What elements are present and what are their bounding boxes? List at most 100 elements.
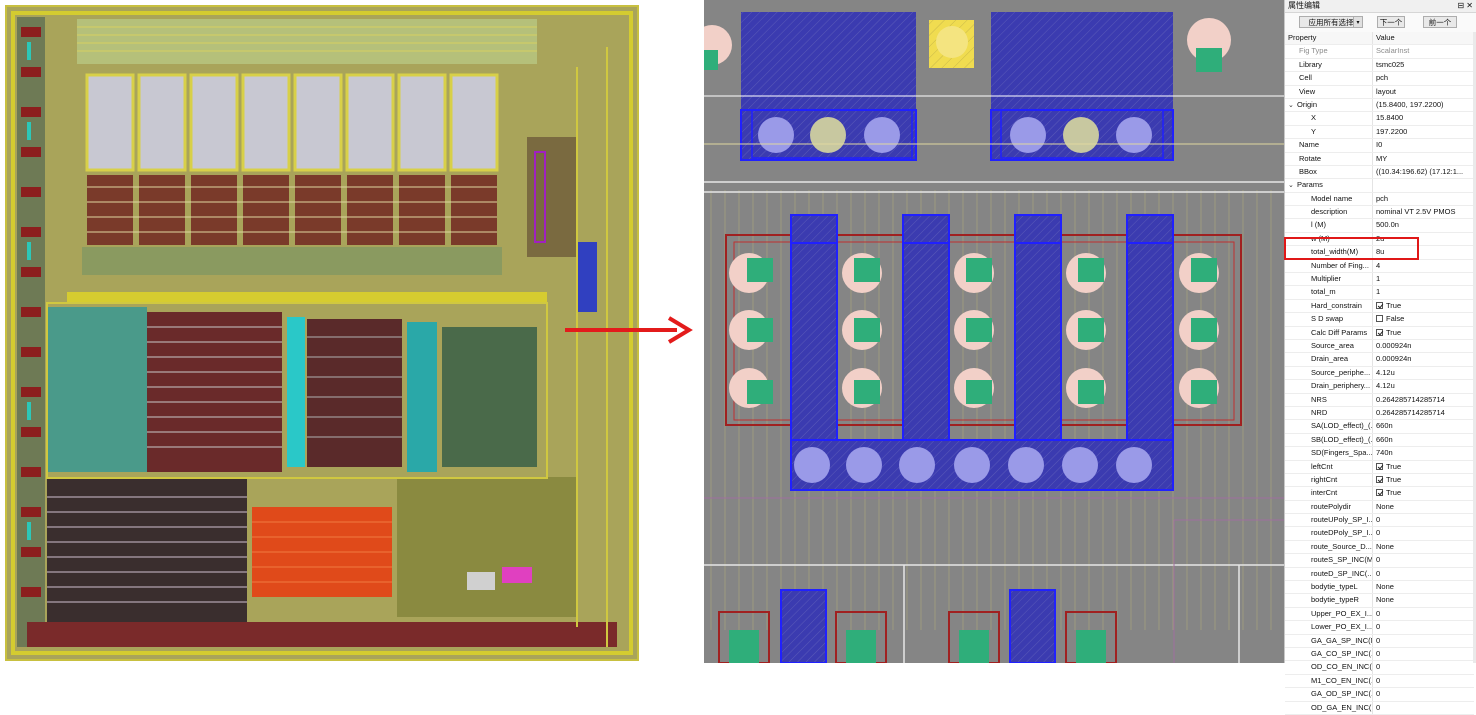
- property-row[interactable]: Upper_PO_EX_I... 0: [1285, 607, 1474, 622]
- property-row[interactable]: Hard_constrain True: [1285, 299, 1474, 314]
- property-row[interactable]: SA(LOD_effect)_(... 660n: [1285, 420, 1474, 434]
- property-value[interactable]: 0: [1376, 635, 1474, 647]
- property-row[interactable]: Y 197.2200: [1285, 125, 1474, 140]
- property-row[interactable]: X 15.8400: [1285, 112, 1474, 126]
- property-value[interactable]: 0: [1376, 608, 1474, 620]
- property-value[interactable]: True: [1376, 487, 1474, 499]
- property-row[interactable]: BBox ((10.34:196.62) (17.12:1...: [1285, 165, 1474, 180]
- property-row[interactable]: OD_GA_EN_INC(... 0: [1285, 701, 1474, 715]
- property-row[interactable]: Rotate MY: [1285, 152, 1474, 166]
- property-row[interactable]: bodytie_typeR None: [1285, 594, 1474, 608]
- property-row[interactable]: rightCnt True: [1285, 473, 1474, 488]
- property-row[interactable]: SD(Fingers_Spa... 740n: [1285, 447, 1474, 461]
- property-value[interactable]: 0: [1376, 648, 1474, 660]
- property-row[interactable]: bodytie_typeL None: [1285, 581, 1474, 595]
- property-value[interactable]: None: [1376, 581, 1474, 593]
- property-value[interactable]: 0: [1376, 675, 1474, 687]
- property-row[interactable]: Fig Type ScalarInst: [1285, 45, 1474, 59]
- property-value[interactable]: 1: [1376, 273, 1474, 285]
- property-value[interactable]: 4: [1376, 260, 1474, 272]
- property-value[interactable]: 0.000924n: [1376, 353, 1474, 365]
- property-value[interactable]: False: [1376, 313, 1474, 325]
- property-value[interactable]: 0: [1376, 527, 1474, 539]
- checkbox-icon[interactable]: [1376, 489, 1383, 497]
- property-row[interactable]: l (M) 500.0n: [1285, 219, 1474, 233]
- property-value[interactable]: 1: [1376, 286, 1474, 298]
- property-value[interactable]: MY: [1376, 153, 1474, 165]
- property-row[interactable]: Lower_PO_EX_I... 0: [1285, 621, 1474, 635]
- checkbox-icon[interactable]: [1376, 301, 1383, 309]
- property-value[interactable]: tsmc025: [1376, 59, 1474, 71]
- property-value[interactable]: True: [1376, 461, 1474, 473]
- property-value[interactable]: 500.0n: [1376, 219, 1474, 231]
- property-value[interactable]: 0.000924n: [1376, 340, 1474, 352]
- property-row[interactable]: Name I0: [1285, 139, 1474, 153]
- property-row[interactable]: Drain_periphery... 4.12u: [1285, 380, 1474, 394]
- property-row[interactable]: routeDPoly_SP_I... 0: [1285, 527, 1474, 541]
- previous-button[interactable]: 前一个: [1423, 16, 1457, 28]
- property-row[interactable]: Model name pch: [1285, 192, 1474, 207]
- property-row[interactable]: Cell pch: [1285, 72, 1474, 86]
- property-value[interactable]: pch: [1376, 72, 1474, 84]
- property-row[interactable]: Library tsmc025: [1285, 58, 1474, 73]
- property-value[interactable]: 4.12u: [1376, 367, 1474, 379]
- expand-chevron-icon[interactable]: ⌄: [1288, 180, 1297, 191]
- property-value[interactable]: 15.8400: [1376, 112, 1474, 124]
- property-value[interactable]: 0: [1376, 621, 1474, 633]
- property-value[interactable]: None: [1376, 541, 1474, 553]
- layout-zoom-view[interactable]: [704, 0, 1284, 663]
- property-value[interactable]: (15.8400, 197.2200): [1376, 99, 1474, 111]
- property-row[interactable]: OD_CO_EN_INC(... 0: [1285, 661, 1474, 675]
- property-row[interactable]: routeD_SP_INC(... 0: [1285, 567, 1474, 582]
- property-value[interactable]: 197.2200: [1376, 126, 1474, 138]
- property-row[interactable]: total_m 1: [1285, 286, 1474, 300]
- property-row[interactable]: interCnt True: [1285, 487, 1474, 501]
- property-row[interactable]: Calc Diff Params True: [1285, 326, 1474, 340]
- property-value[interactable]: layout: [1376, 86, 1474, 98]
- property-row[interactable]: View layout: [1285, 85, 1474, 99]
- property-value[interactable]: 0: [1376, 661, 1474, 673]
- property-row[interactable]: Source_area 0.000924n: [1285, 339, 1474, 354]
- property-value[interactable]: 0.264285714285714: [1376, 394, 1474, 406]
- property-value[interactable]: 660n: [1376, 434, 1474, 446]
- property-row[interactable]: leftCnt True: [1285, 460, 1474, 474]
- chip-layout-overview[interactable]: [5, 5, 639, 661]
- property-value[interactable]: True: [1376, 300, 1474, 312]
- property-row[interactable]: Source_periphe... 4.12u: [1285, 366, 1474, 381]
- property-row[interactable]: GA_GA_SP_INC(M) 0: [1285, 634, 1474, 648]
- property-value[interactable]: 0: [1376, 702, 1474, 714]
- property-value[interactable]: 4.12u: [1376, 380, 1474, 392]
- property-row[interactable]: routeS_SP_INC(M) 0: [1285, 554, 1474, 568]
- property-row[interactable]: SB(LOD_effect)_(... 660n: [1285, 433, 1474, 448]
- property-value[interactable]: 0: [1376, 568, 1474, 580]
- property-value[interactable]: 740n: [1376, 447, 1474, 459]
- property-value[interactable]: None: [1376, 594, 1474, 606]
- property-value[interactable]: 0: [1376, 688, 1474, 700]
- checkbox-icon[interactable]: [1376, 475, 1383, 483]
- checkbox-icon[interactable]: [1376, 315, 1383, 323]
- property-value[interactable]: ScalarInst: [1376, 45, 1474, 57]
- property-row[interactable]: ⌄ Origin (15.8400, 197.2200): [1285, 98, 1474, 113]
- property-row[interactable]: routeUPoly_SP_I... 0: [1285, 514, 1474, 528]
- checkbox-icon[interactable]: [1376, 462, 1383, 470]
- property-row[interactable]: M1_CO_EN_INC(... 0: [1285, 674, 1474, 689]
- panel-window-controls[interactable]: ⊟ ✕: [1457, 0, 1473, 12]
- property-row[interactable]: Drain_area 0.000924n: [1285, 353, 1474, 367]
- property-row[interactable]: Multiplier 1: [1285, 273, 1474, 287]
- property-value[interactable]: 0: [1376, 514, 1474, 526]
- property-value[interactable]: None: [1376, 501, 1474, 513]
- next-button[interactable]: 下一个: [1377, 16, 1405, 28]
- property-value[interactable]: 660n: [1376, 420, 1474, 432]
- property-row[interactable]: routePolydir None: [1285, 500, 1474, 515]
- property-value[interactable]: True: [1376, 327, 1474, 339]
- property-row[interactable]: GA_CO_SP_INC(... 0: [1285, 647, 1474, 662]
- apply-dropdown-chevron-icon[interactable]: ▾: [1353, 16, 1363, 28]
- checkbox-icon[interactable]: [1376, 328, 1383, 336]
- property-value[interactable]: 0: [1376, 554, 1474, 566]
- expand-chevron-icon[interactable]: ⌄: [1288, 100, 1297, 111]
- property-value[interactable]: nominal VT 2.5V PMOS: [1376, 206, 1474, 218]
- property-row[interactable]: Number of Fing... 4: [1285, 259, 1474, 274]
- property-row[interactable]: ⌄ Params: [1285, 179, 1474, 193]
- property-row[interactable]: NRS 0.264285714285714: [1285, 393, 1474, 407]
- property-row[interactable]: route_Source_D... None: [1285, 540, 1474, 555]
